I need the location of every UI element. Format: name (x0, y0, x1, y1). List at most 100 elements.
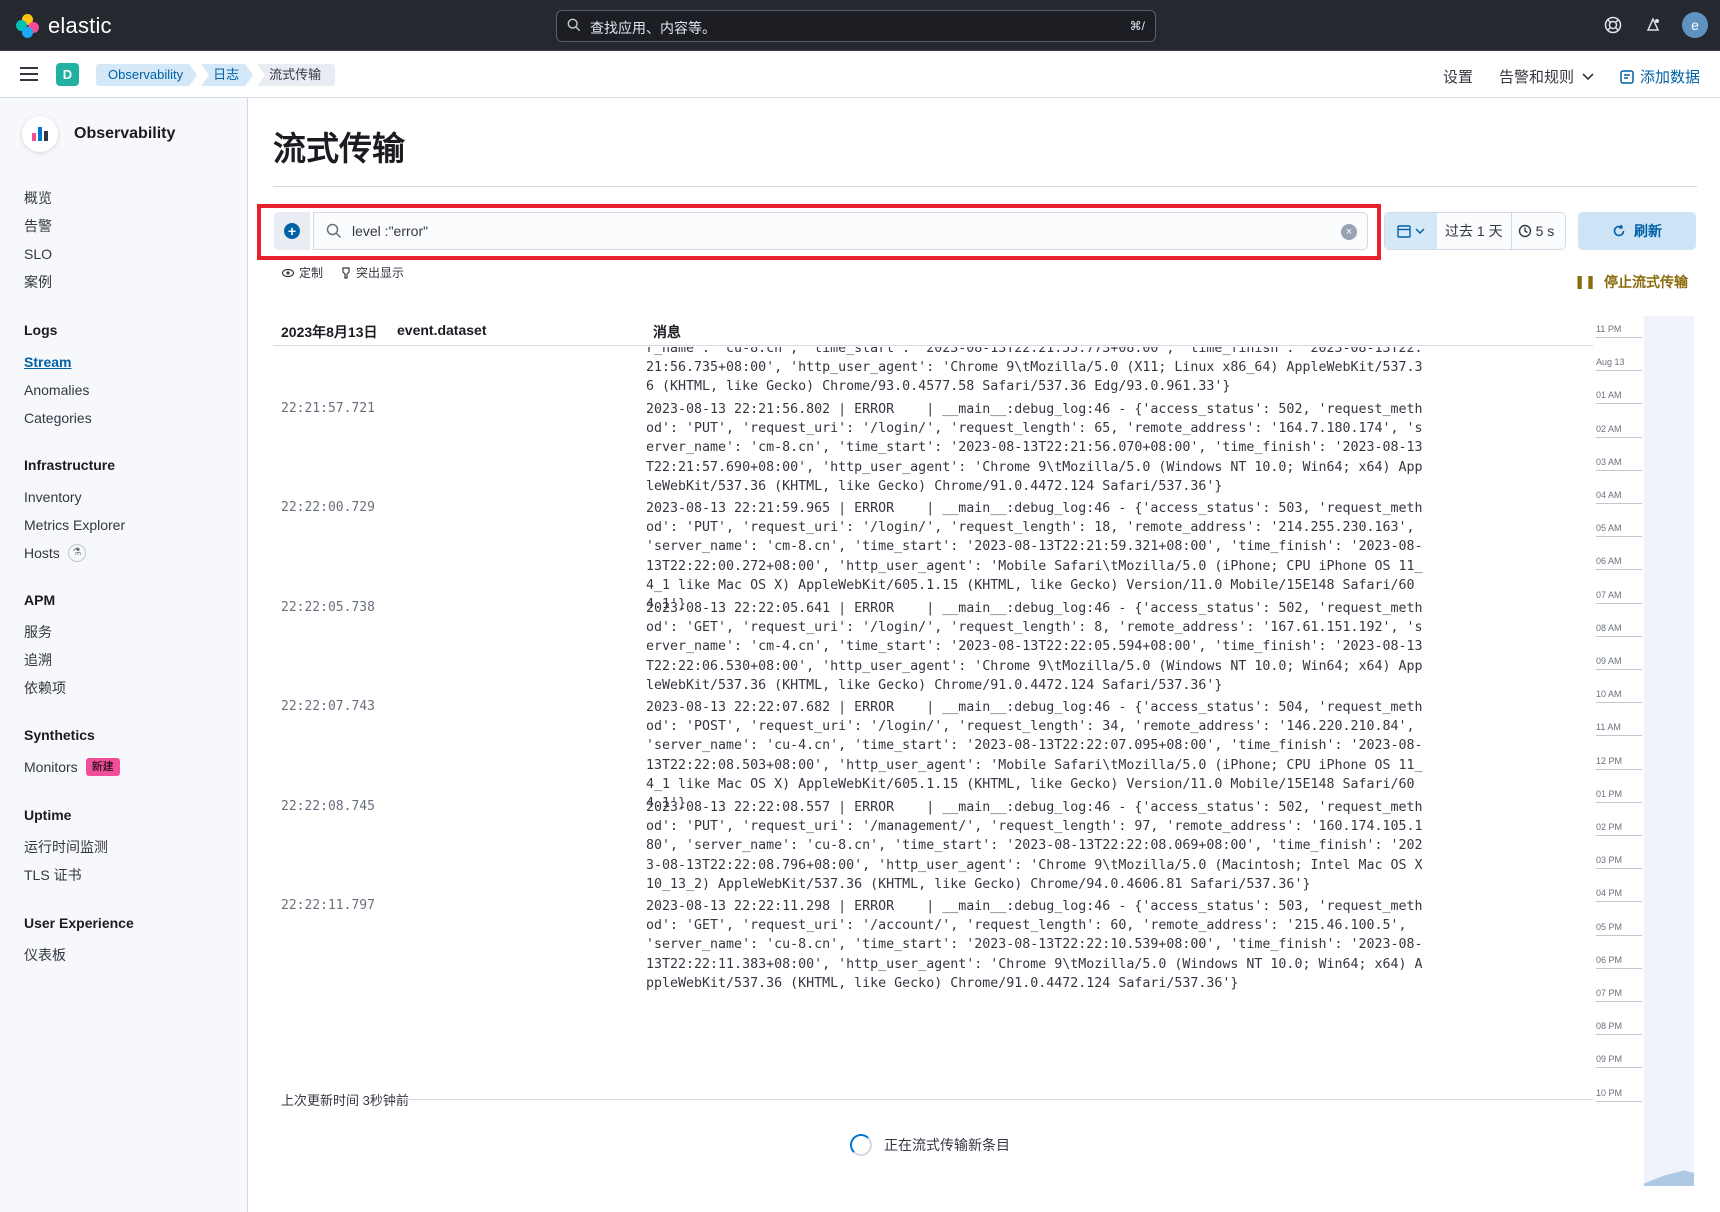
minimap-tick-label: 09 PM (1596, 1054, 1644, 1069)
page-title: 流式传输 (273, 130, 405, 167)
minimap-track[interactable] (1644, 316, 1694, 1186)
minimap-tick-label: 12 PM (1596, 756, 1644, 770)
customize-button[interactable]: 定制 (282, 264, 323, 281)
sidebar-group-infrastructure: Infrastructure (24, 457, 116, 473)
sidebar-item-dependencies[interactable]: 依赖项 (24, 674, 66, 702)
minimap-tick-label: 03 AM (1596, 457, 1644, 471)
log-timestamp: 22:22:11.797 (281, 898, 375, 913)
minimap-tick-label: 05 AM (1596, 523, 1644, 538)
sidebar-item-inventory[interactable]: Inventory (24, 483, 125, 511)
help-icon[interactable] (1602, 14, 1624, 36)
highlighter-icon (342, 266, 350, 279)
minimap-tick-label: 01 PM (1596, 789, 1644, 803)
stop-streaming-button[interactable]: ❚❚ 停止流式传输 (1574, 272, 1688, 292)
sidebar-item-alerts[interactable]: 告警 (24, 212, 52, 240)
sidebar-item-services[interactable]: 服务 (24, 618, 66, 646)
column-event-dataset: event.dataset (397, 322, 487, 338)
customize-label: 定制 (299, 266, 324, 280)
streaming-status: 正在流式传输新条目 (884, 1137, 1010, 1153)
log-message: 2023-08-13 22:22:08.557 | ERROR | __main… (646, 800, 1431, 892)
pause-icon: ❚❚ (1574, 274, 1596, 289)
refresh-button[interactable]: 刷新 (1578, 212, 1696, 250)
stop-streaming-label: 停止流式传输 (1604, 274, 1688, 290)
global-search-input[interactable]: 查找应用、内容等。 ⌘/ (556, 10, 1156, 42)
log-timestamp: 22:22:05.738 (281, 600, 375, 615)
add-data-label: 添加数据 (1639, 69, 1700, 86)
plus-icon: + (284, 223, 300, 239)
minimap-tick-label: 11 PM (1596, 324, 1644, 338)
log-timestamp: 22:22:00.729 (281, 500, 375, 515)
timer-icon (1518, 224, 1531, 238)
sidebar-title: Observability (74, 125, 176, 142)
sidebar-group-user-experience: User Experience (24, 915, 134, 931)
sidebar-item-traces[interactable]: 追溯 (24, 646, 66, 674)
log-message: r_name': 'cu-8.cn', 'time_start': '2023-… (646, 347, 1423, 395)
user-avatar[interactable]: e (1682, 12, 1708, 38)
sidebar: Observability 概览 告警 SLO 案例 Logs Stream A… (0, 98, 248, 1212)
chevron-down-icon (1415, 227, 1425, 234)
alerts-rules-label: 告警和规则 (1498, 69, 1574, 86)
log-timestamp: 22:21:57.721 (281, 401, 375, 416)
loading-spinner-icon (850, 1134, 872, 1156)
minimap-tick-label: 02 AM (1596, 424, 1644, 438)
sidebar-item-metrics-explorer[interactable]: Metrics Explorer (24, 511, 125, 539)
minimap-tick-label: 02 PM (1596, 822, 1644, 836)
breadcrumb: Observability 日志 流式传输 (96, 64, 339, 86)
query-input[interactable]: level :"error" × (313, 212, 1368, 250)
refresh-interval[interactable]: 5 s (1512, 223, 1561, 239)
sidebar-item-uptime-monitors[interactable]: 运行时间监测 (24, 833, 108, 861)
sidebar-item-dashboard[interactable]: 仪表板 (24, 941, 134, 969)
minimap-tick-label: 06 PM (1596, 955, 1644, 969)
space-avatar[interactable]: D (56, 63, 79, 86)
minimap-tick-label: 10 AM (1596, 689, 1644, 704)
new-badge: 新建 (85, 758, 120, 776)
quick-menu-button[interactable] (1385, 213, 1437, 249)
highlight-button[interactable]: 突出显示 (341, 264, 404, 281)
minimap-tick-label: 07 AM (1596, 590, 1644, 604)
alerts-rules-menu[interactable]: 告警和规则 (1499, 66, 1594, 87)
beta-flask-icon: ⚗ (67, 544, 86, 562)
sidebar-item-tls-certificates[interactable]: TLS 证书 (24, 861, 108, 889)
sidebar-item-categories[interactable]: Categories (24, 404, 92, 432)
refresh-icon (1613, 224, 1625, 237)
settings-link[interactable]: 设置 (1443, 66, 1473, 87)
query-text: level :"error" (352, 223, 429, 239)
breadcrumb-observability[interactable]: Observability (96, 64, 197, 86)
divider (273, 186, 1697, 187)
main-content: 流式传输 + level :"error" × 过去 1 天 5 s 刷新 定制… (248, 98, 1720, 1212)
sidebar-group-uptime: Uptime (24, 807, 72, 823)
minimap-tick-label: 11 AM (1596, 722, 1644, 737)
sidebar-item-monitors[interactable]: Monitors 新建 (24, 753, 120, 781)
breadcrumb-logs[interactable]: 日志 (201, 64, 253, 86)
log-timestamp: 22:22:08.745 (281, 799, 375, 814)
log-timestamp: 22:22:07.743 (281, 699, 375, 714)
add-filter-button[interactable]: + (274, 212, 310, 250)
calendar-icon (1397, 225, 1411, 238)
clear-query-icon[interactable]: × (1341, 224, 1357, 240)
sidebar-item-slo[interactable]: SLO (24, 240, 52, 268)
log-minimap[interactable]: 11 PM Aug 13 01 AM 02 AM 03 AM 04 AM 05 AM 06 A… (1596, 316, 1696, 1186)
brand-name: elastic (48, 13, 112, 38)
breadcrumb-stream: 流式传输 (257, 64, 336, 86)
log-table-header: 2023年8月13日 event.dataset 消息 (273, 316, 1593, 346)
minimap-tick-label: 01 AM (1596, 390, 1644, 405)
sidebar-item-stream[interactable]: Stream (24, 348, 92, 376)
minimap-tick-label: 08 AM (1596, 623, 1644, 637)
elastic-logo[interactable]: elastic (16, 13, 112, 39)
add-data-button[interactable]: 添加数据 (1620, 66, 1700, 87)
minimap-tick-label: 06 AM (1596, 556, 1644, 571)
minimap-tick-label: 04 AM (1596, 490, 1644, 504)
sidebar-item-hosts[interactable]: Hosts ⚗ (24, 539, 125, 567)
menu-toggle-icon[interactable] (20, 67, 38, 85)
date-range-label[interactable]: 过去 1 天 (1437, 213, 1512, 249)
chevron-down-icon (1582, 72, 1594, 80)
log-stream[interactable]: r_name': 'cu-8.cn', 'time_start': '2023-… (273, 347, 1593, 1065)
sidebar-item-anomalies[interactable]: Anomalies (24, 376, 92, 404)
sidebar-item-hosts-label: Hosts (24, 545, 60, 561)
sidebar-item-overview[interactable]: 概览 (24, 184, 52, 212)
eye-icon (282, 268, 294, 277)
news-feed-icon[interactable] (1642, 14, 1664, 36)
log-message: 2023-08-13 22:21:56.802 | ERROR | __main… (646, 402, 1423, 494)
sidebar-item-cases[interactable]: 案例 (24, 268, 52, 296)
minimap-tick-label: 07 PM (1596, 988, 1644, 1002)
